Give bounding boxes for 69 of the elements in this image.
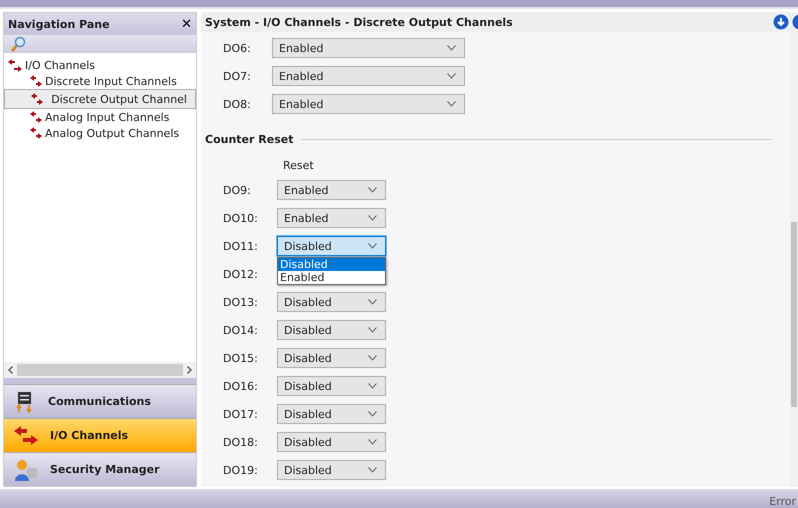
dropdown-option[interactable]: Disabled [278, 258, 385, 271]
chevron-icon [368, 355, 377, 361]
arrows-icon [14, 426, 38, 446]
dropdown[interactable]: Enabled [272, 66, 465, 86]
dropdown[interactable]: Disabled [277, 376, 386, 396]
chevron-icon [368, 299, 377, 305]
chevron-icon [368, 411, 377, 417]
channel-label: DO6: [222, 42, 252, 54]
chevron-icon [368, 243, 377, 249]
channel-label: DO15: [222, 352, 259, 364]
tree-item[interactable]: Analog Output Channels [4, 125, 196, 141]
content-title: System - I/O Channels - Discrete Output Channels [205, 16, 514, 28]
dropdown[interactable]: Enabled [272, 94, 465, 114]
chevron-icon [368, 327, 377, 333]
nav-button[interactable]: Communications [4, 384, 196, 418]
horizontal-scrollbar[interactable] [4, 362, 196, 378]
tree-item[interactable]: Analog Input Channels [4, 109, 196, 125]
channel-label: DO9: [222, 184, 252, 196]
dropdown[interactable]: Disabled [277, 432, 386, 452]
dropdown[interactable]: Enabled [272, 38, 465, 58]
dropdown[interactable]: Disabled [277, 292, 386, 312]
chevron-icon [368, 187, 377, 193]
scroll-right-icon[interactable] [187, 366, 192, 374]
channel-label: DO13: [222, 296, 259, 308]
column-header: Reset [283, 158, 314, 172]
pane-title: Navigation Pane [8, 18, 110, 30]
dropdown[interactable]: Enabled [277, 180, 386, 200]
tree-item[interactable]: Discrete Output Channel [4, 89, 196, 109]
arrows-icon [31, 93, 43, 105]
dropdown[interactable]: Disabled [277, 320, 386, 340]
chevron-icon [368, 383, 377, 389]
scroll-left-icon[interactable] [8, 366, 13, 374]
download-icon[interactable] [773, 14, 789, 30]
dropdown[interactable]: Disabled [277, 404, 386, 424]
chevron-icon [368, 439, 377, 445]
arrows-icon [30, 75, 42, 87]
channel-label: DO14: [222, 324, 259, 336]
channel-label: DO12: [222, 268, 259, 280]
tree-item[interactable]: I/O Channels [4, 57, 196, 73]
channel-label: DO11: [222, 240, 259, 252]
channel-label: DO7: [222, 70, 252, 82]
chevron-icon [368, 215, 377, 221]
arrows-icon [8, 58, 22, 72]
dropdown[interactable]: Disabled [277, 348, 386, 368]
channel-label: DO19: [222, 464, 259, 476]
channel-label: DO16: [222, 380, 259, 392]
channel-label: DO10: [222, 212, 259, 224]
dropdown[interactable]: Enabled [277, 208, 386, 228]
channel-label: DO17: [222, 408, 259, 420]
search-icon[interactable] [10, 36, 26, 52]
channel-label: DO18: [222, 436, 259, 448]
close-button[interactable]: ✕ [181, 16, 192, 32]
dropdown[interactable]: Disabled [277, 460, 386, 480]
tree-item[interactable]: Discrete Input Channels [4, 73, 196, 89]
chevron-icon [447, 101, 456, 107]
channel-label: DO8: [222, 98, 252, 110]
dropdown[interactable]: Disabled [277, 236, 386, 256]
arrows-icon [30, 127, 42, 139]
user-icon [14, 458, 38, 480]
status-text: Error [769, 495, 797, 508]
arrows-icon [30, 111, 42, 123]
nav-button[interactable]: I/O Channels [4, 418, 196, 452]
vertical-scrollbar[interactable] [790, 32, 798, 487]
chevron-icon [447, 45, 456, 51]
nav-button[interactable]: Security Manager [4, 452, 196, 486]
dropdown-option[interactable]: Enabled [278, 271, 385, 284]
group-title: Counter Reset [205, 132, 294, 146]
chevron-icon [447, 73, 456, 79]
chevron-icon [368, 467, 377, 473]
